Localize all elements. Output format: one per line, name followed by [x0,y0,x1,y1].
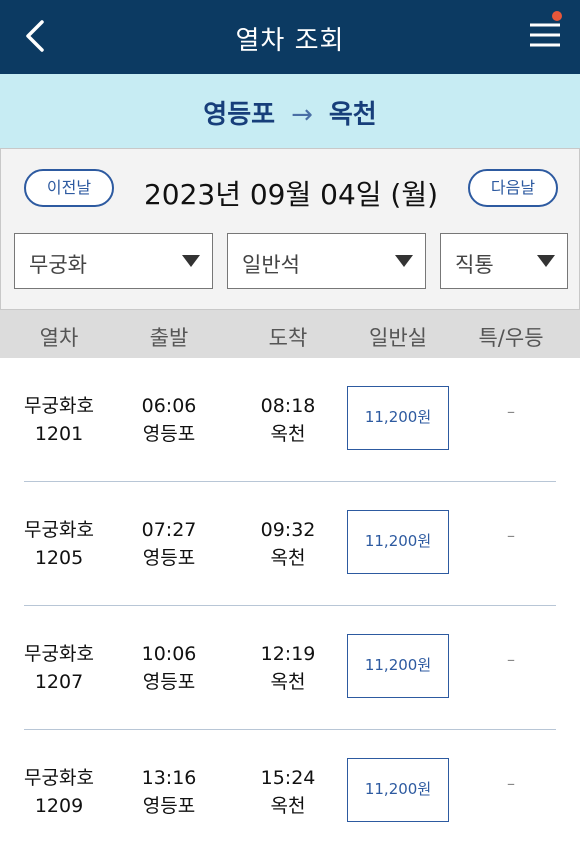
page-title: 열차 조회 [235,26,345,56]
table-header: 열차 출발 도착 일반실 특/우등 [0,310,580,358]
departure-cell: 07:27 영등포 [142,516,197,572]
app-header: 열차 조회 [0,0,580,74]
train-number: 1201 [34,423,84,445]
route-type-value: 직통 [455,253,494,277]
train-name: 무궁화호 [24,395,94,417]
train-name: 무궁화호 [24,767,94,789]
fare-button[interactable]: 11,200원 [347,386,449,450]
column-header-special: 특/우등 [478,326,544,350]
caret-down-icon [182,255,200,267]
seat-type-select[interactable]: 일반석 [227,233,426,289]
train-name: 무궁화호 [24,643,94,665]
departure-station: 영등포 [142,423,196,445]
arrow-right-icon: → [291,100,313,130]
arrival-station: 옥천 [270,671,306,693]
route-type-select[interactable]: 직통 [440,233,568,289]
train-type-select[interactable]: 무궁화 [14,233,213,289]
train-type-value: 무궁화 [29,253,87,277]
train-cell: 무궁화호 1207 [24,640,94,696]
caret-down-icon [395,255,413,267]
hamburger-menu-icon [530,23,560,47]
fare-button[interactable]: 11,200원 [347,758,449,822]
arrival-time: 08:18 [260,395,316,417]
column-header-arrival: 도착 [268,326,308,350]
selected-date: 2023년 09월 04일 (월) [143,178,439,211]
column-header-departure: 출발 [149,326,189,350]
column-header-general: 일반실 [369,326,427,350]
column-header-train: 열차 [39,326,79,350]
train-cell: 무궁화호 1205 [24,516,94,572]
arrival-cell: 08:18 옥천 [261,392,316,448]
route: 영등포 → 옥천 [0,94,580,131]
previous-day-button[interactable]: 이전날 [24,169,114,207]
caret-down-icon [537,255,555,267]
arrival-cell: 15:24 옥천 [261,764,316,820]
departure-time: 07:27 [141,519,197,541]
train-cell: 무궁화호 1201 [24,392,94,448]
train-row: 무궁화호 1205 07:27 영등포 09:32 옥천 11,200원 – [0,482,580,606]
departure-cell: 13:16 영등포 [142,764,197,820]
departure-station: 영등포 [142,795,196,817]
search-panel: 이전날 2023년 09월 04일 (월) 다음날 무궁화 일반석 직통 [0,148,580,310]
departure-time: 10:06 [141,643,197,665]
departure-time: 13:16 [141,767,197,789]
train-number: 1205 [34,547,84,569]
arrival-station: 옥천 [328,100,377,130]
train-cell: 무궁화호 1209 [24,764,94,820]
arrival-station: 옥천 [270,423,306,445]
special-fare: – [507,402,515,421]
train-number: 1209 [34,795,84,817]
train-row: 무궁화호 1207 10:06 영등포 12:19 옥천 11,200원 – [0,606,580,730]
departure-cell: 06:06 영등포 [142,392,197,448]
arrival-time: 09:32 [260,519,316,541]
fare-button[interactable]: 11,200원 [347,510,449,574]
arrival-cell: 09:32 옥천 [261,516,316,572]
arrival-time: 12:19 [260,643,316,665]
departure-cell: 10:06 영등포 [142,640,197,696]
departure-station: 영등포 [203,100,276,130]
special-fare: – [507,650,515,669]
arrival-station: 옥천 [270,547,306,569]
arrival-time: 15:24 [260,767,316,789]
train-row: 무궁화호 1201 06:06 영등포 08:18 옥천 11,200원 – [0,358,580,482]
train-row: 무궁화호 1209 13:16 영등포 15:24 옥천 11,200원 – [0,730,580,854]
route-bar: 영등포 → 옥천 [0,74,580,148]
arrival-cell: 12:19 옥천 [261,640,316,696]
departure-station: 영등포 [142,547,196,569]
next-day-button[interactable]: 다음날 [468,169,558,207]
train-name: 무궁화호 [24,519,94,541]
train-number: 1207 [34,671,84,693]
departure-time: 06:06 [141,395,197,417]
fare-button[interactable]: 11,200원 [347,634,449,698]
arrival-station: 옥천 [270,795,306,817]
notification-dot [552,11,562,21]
departure-station: 영등포 [142,671,196,693]
seat-type-value: 일반석 [242,253,300,277]
special-fare: – [507,526,515,545]
special-fare: – [507,774,515,793]
menu-button[interactable] [527,17,563,53]
